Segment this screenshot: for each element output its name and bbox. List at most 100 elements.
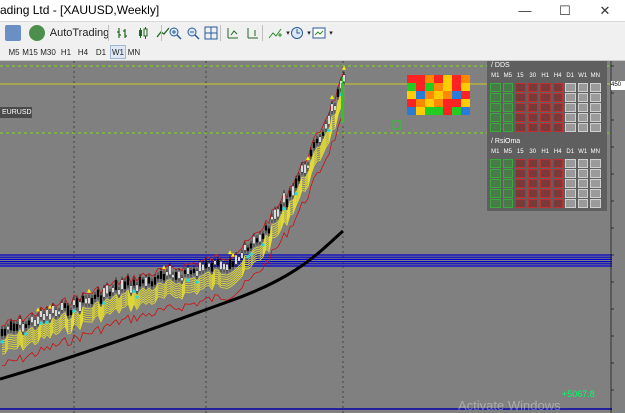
rsioma-cell: [527, 169, 538, 178]
heatmap-cell: [461, 83, 470, 91]
candle-body: [174, 272, 178, 280]
timeframe-h1[interactable]: H1: [58, 45, 74, 59]
rsioma-cell: [590, 189, 601, 198]
maximize-button[interactable]: ☐: [545, 0, 585, 21]
candle-body: [60, 302, 64, 311]
candlestick-chart-icon[interactable]: [134, 24, 152, 42]
heatmap-cell: [461, 107, 470, 115]
zoom-out-icon[interactable]: [184, 24, 202, 42]
dds-cell: [502, 103, 513, 112]
candle-body: [237, 256, 241, 262]
candle-body: [69, 310, 73, 315]
autotrading-button[interactable]: AutoTrading: [47, 24, 110, 42]
dds-cell: [502, 93, 513, 102]
candle-body: [141, 279, 145, 284]
heatmap-cell: [416, 75, 425, 83]
indicators-icon[interactable]: [265, 24, 285, 42]
templates-icon[interactable]: [310, 24, 328, 42]
rsioma-cell: [490, 169, 501, 178]
candle-body: [15, 323, 19, 331]
rsioma-cell: [515, 179, 526, 188]
autoscroll-icon[interactable]: [224, 24, 242, 42]
timeframe-mn[interactable]: MN: [126, 45, 142, 59]
signal-dot: [0, 340, 4, 344]
object-marker: [392, 120, 402, 130]
heatmap-cell: [434, 91, 443, 99]
signal-dot: [135, 295, 139, 299]
dds-cell: [540, 93, 551, 102]
candle-body: [66, 305, 70, 316]
bar-chart-icon[interactable]: [114, 24, 132, 42]
candle-body: [207, 263, 211, 268]
rsioma-cell: [502, 189, 513, 198]
rsioma-header: H1: [541, 149, 550, 155]
minimize-button[interactable]: —: [505, 0, 545, 21]
signal-dot: [132, 289, 136, 293]
candle-body: [276, 208, 280, 218]
candle-body: [153, 277, 157, 285]
periods-icon[interactable]: [288, 24, 306, 42]
candle-body: [333, 105, 337, 111]
candle-body: [75, 298, 79, 308]
candle-body: [18, 318, 22, 326]
timeframe-h4[interactable]: H4: [75, 45, 91, 59]
candle-body: [225, 264, 229, 271]
rsioma-cell: [590, 179, 601, 188]
heatmap-cell: [434, 99, 443, 107]
dds-cell: [490, 83, 501, 92]
candle-body: [48, 313, 52, 320]
indicator-panel: / DDS M1 M5 15 30 H1 H4 D1 W1 MN / RsiOma M1 M5 15…: [487, 61, 607, 211]
heatmap-cell: [407, 107, 416, 115]
heatmap-cell: [452, 75, 461, 83]
candle-body: [36, 316, 40, 325]
dds-header: H1: [541, 73, 550, 79]
rsioma-header: D1: [566, 149, 575, 155]
tile-windows-icon[interactable]: [202, 24, 220, 42]
candle-body: [27, 320, 31, 326]
dds-cell: [577, 113, 588, 122]
new-order-icon[interactable]: [4, 24, 22, 42]
chevron-down-icon[interactable]: ▾: [327, 24, 335, 42]
candle-body: [135, 284, 139, 292]
rsioma-cell: [540, 179, 551, 188]
candle-body: [267, 228, 271, 234]
close-button[interactable]: ✕: [585, 0, 625, 21]
dds-cell: [490, 93, 501, 102]
heatmap-cell: [425, 107, 434, 115]
rsioma-cell: [502, 199, 513, 208]
dds-cell: [527, 113, 538, 122]
candle-body: [273, 209, 277, 220]
zoom-in-icon[interactable]: [166, 24, 184, 42]
chart-shift-icon[interactable]: [244, 24, 262, 42]
dds-cell: [552, 83, 563, 92]
heatmap-cell: [434, 75, 443, 83]
candle-body: [336, 89, 340, 98]
rsioma-cell: [577, 189, 588, 198]
dds-cell: [490, 103, 501, 112]
price-chart[interactable]: EURUSD 450 / DDS M1 M5 15 30 H1 H4 D1 W1 MN / Rs…: [0, 61, 625, 413]
timeframe-m30[interactable]: M30: [40, 45, 56, 59]
candle-body: [180, 277, 184, 282]
heatmap-cell: [416, 107, 425, 115]
candle-body: [282, 192, 286, 203]
candle-body: [78, 301, 82, 312]
timeframe-d1[interactable]: D1: [93, 45, 109, 59]
candle-body: [234, 254, 238, 265]
rsioma-cell: [540, 159, 551, 168]
candle-body: [228, 258, 232, 270]
timeframe-m15[interactable]: M15: [22, 45, 38, 59]
rsioma-cell: [590, 199, 601, 208]
heatmap-cell: [425, 91, 434, 99]
candle-body: [105, 285, 109, 295]
dds-cell: [565, 93, 576, 102]
candle-body: [288, 190, 292, 197]
dds-cell: [540, 83, 551, 92]
candle-body: [306, 164, 310, 169]
signal-dot: [249, 252, 253, 256]
heatmap-cell: [452, 99, 461, 107]
market-watch-icon[interactable]: [28, 24, 46, 42]
dds-cell: [527, 83, 538, 92]
timeframe-m5[interactable]: M5: [6, 45, 22, 59]
rsioma-header: W1: [578, 149, 588, 155]
timeframe-w1[interactable]: W1: [110, 45, 126, 59]
